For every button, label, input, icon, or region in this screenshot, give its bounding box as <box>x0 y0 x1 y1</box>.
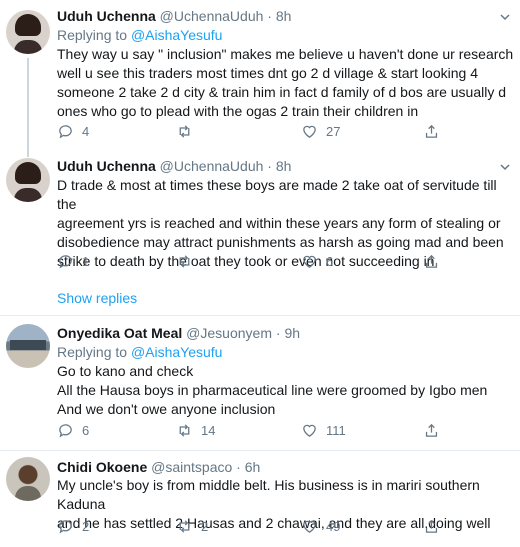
tweet-text-line: agreement yrs is reached and within thes… <box>57 215 501 231</box>
replying-to: Replying to @AishaYesufu <box>57 26 222 44</box>
timestamp[interactable]: 8h <box>276 158 292 174</box>
separator-dot: · <box>275 325 281 341</box>
tweet-text-line: My uncle's boy is from middle belt. His … <box>57 477 480 512</box>
tweet-header: Onyedika Oat Meal @Jesuonyem · 9h <box>57 324 300 342</box>
like-count: 111 <box>326 422 346 438</box>
share-icon <box>425 124 438 138</box>
timestamp[interactable]: 6h <box>245 459 261 475</box>
like-icon <box>303 125 316 138</box>
author-name[interactable]: Uduh Uchenna <box>57 8 156 24</box>
replying-to-link[interactable]: @AishaYesufu <box>131 27 223 43</box>
tweet-text-line: All the Hausa boys in pharmaceutical lin… <box>57 382 488 398</box>
tweet-text-line: Go to kano and check <box>57 363 194 379</box>
replying-to-prefix: Replying to <box>57 344 128 360</box>
reply-count: 2 <box>82 518 90 534</box>
tweet-text-line: They way u say " inclusion" makes me bel… <box>57 46 514 62</box>
share-button[interactable] <box>423 420 440 440</box>
tweet[interactable]: Uduh Uchenna @UchennaUduh · 8h Replying … <box>0 0 520 150</box>
like-icon <box>303 520 316 533</box>
retweet-button[interactable]: 14 <box>176 420 215 440</box>
avatar[interactable] <box>6 10 50 54</box>
retweet-count: 2 <box>201 518 209 534</box>
reply-icon <box>59 124 72 139</box>
like-icon <box>303 424 316 437</box>
retweet-icon <box>179 519 190 533</box>
tweet[interactable]: Uduh Uchenna @UchennaUduh · 8h D trade &… <box>0 150 520 316</box>
reply-icon <box>59 423 72 438</box>
reply-icon <box>59 519 72 534</box>
retweet-icon <box>179 124 190 138</box>
reply-button[interactable]: 2 <box>57 516 89 536</box>
retweet-icon <box>179 423 190 437</box>
like-button[interactable]: 49 <box>301 516 340 536</box>
tweet[interactable]: Chidi Okoene @saintspaco · 6h My uncle's… <box>0 451 520 547</box>
tweet-header: Uduh Uchenna @UchennaUduh · 8h <box>57 7 291 25</box>
tweet-text-line: D trade & most at times these boys are m… <box>57 177 497 212</box>
tweet-actions: 2 2 49 <box>57 516 457 536</box>
separator-dot: · <box>267 158 272 174</box>
retweet-button[interactable]: 2 <box>176 516 208 536</box>
show-replies-link[interactable]: Show replies <box>57 290 137 306</box>
timestamp[interactable]: 9h <box>284 325 300 341</box>
tweet-text: Go to kano and check All the Hausa boys … <box>57 362 514 419</box>
share-button[interactable] <box>423 121 440 141</box>
tweet-actions: 6 14 111 <box>57 420 457 440</box>
reply-icon <box>59 254 72 269</box>
author-name[interactable]: Onyedika Oat Meal <box>57 325 182 341</box>
reply-count: 6 <box>82 422 90 438</box>
replying-to: Replying to @AishaYesufu <box>57 343 222 361</box>
thread-line <box>27 150 29 157</box>
like-count: 27 <box>326 123 341 139</box>
like-count: 6 <box>326 253 334 269</box>
retweet-count: 14 <box>201 422 216 438</box>
author-handle[interactable]: @UchennaUduh <box>160 158 264 174</box>
replying-to-prefix: Replying to <box>57 27 128 43</box>
avatar[interactable] <box>6 324 50 368</box>
tweet[interactable]: Onyedika Oat Meal @Jesuonyem · 9h Replyi… <box>0 316 520 450</box>
reply-button[interactable]: 6 <box>57 420 89 440</box>
thread-line <box>27 58 29 150</box>
tweet-text-line: someone 2 take 2 d city & train him in f… <box>57 84 506 100</box>
timestamp[interactable]: 8h <box>276 8 292 24</box>
tweet-actions: 4 27 <box>57 121 457 141</box>
tweet-text-line: well u see this traders most times dnt g… <box>57 65 478 81</box>
author-handle[interactable]: @Jesuonyem <box>186 325 272 341</box>
tweet-text: They way u say " inclusion" makes me bel… <box>57 45 514 121</box>
share-button[interactable] <box>423 251 440 271</box>
share-icon <box>425 423 438 437</box>
chevron-down-icon[interactable] <box>500 162 510 172</box>
like-button[interactable]: 111 <box>301 420 346 440</box>
retweet-icon <box>179 254 190 268</box>
tweet-text-line: disobedience may attract punishments as … <box>57 234 504 250</box>
author-name[interactable]: Uduh Uchenna <box>57 158 156 174</box>
retweet-button[interactable] <box>176 251 201 271</box>
like-button[interactable]: 6 <box>301 251 333 271</box>
share-icon <box>425 254 438 268</box>
author-handle[interactable]: @saintspaco <box>151 459 232 475</box>
reply-count: 1 <box>82 253 90 269</box>
author-name[interactable]: Chidi Okoene <box>57 459 147 475</box>
like-icon <box>303 255 316 268</box>
reply-count: 4 <box>82 123 90 139</box>
reply-button[interactable]: 1 <box>57 251 89 271</box>
like-count: 49 <box>326 518 341 534</box>
retweet-button[interactable] <box>176 121 201 141</box>
author-handle[interactable]: @UchennaUduh <box>160 8 264 24</box>
share-icon <box>425 519 438 533</box>
share-button[interactable] <box>423 516 440 536</box>
tweet-header: Uduh Uchenna @UchennaUduh · 8h <box>57 157 291 175</box>
separator-dot: · <box>267 8 272 24</box>
like-button[interactable]: 27 <box>301 121 340 141</box>
tweet-text-line: ones who go to plead with the ogas 2 tra… <box>57 103 419 119</box>
tweet-header: Chidi Okoene @saintspaco · 6h <box>57 458 260 476</box>
avatar[interactable] <box>6 457 50 501</box>
reply-button[interactable]: 4 <box>57 121 89 141</box>
replying-to-link[interactable]: @AishaYesufu <box>131 344 223 360</box>
tweet-text-line: And we don't owe anyone inclusion <box>57 401 276 417</box>
avatar[interactable] <box>6 158 50 202</box>
separator-dot: · <box>236 459 241 475</box>
chevron-down-icon[interactable] <box>500 12 510 22</box>
tweet-actions: 1 6 <box>57 251 457 271</box>
